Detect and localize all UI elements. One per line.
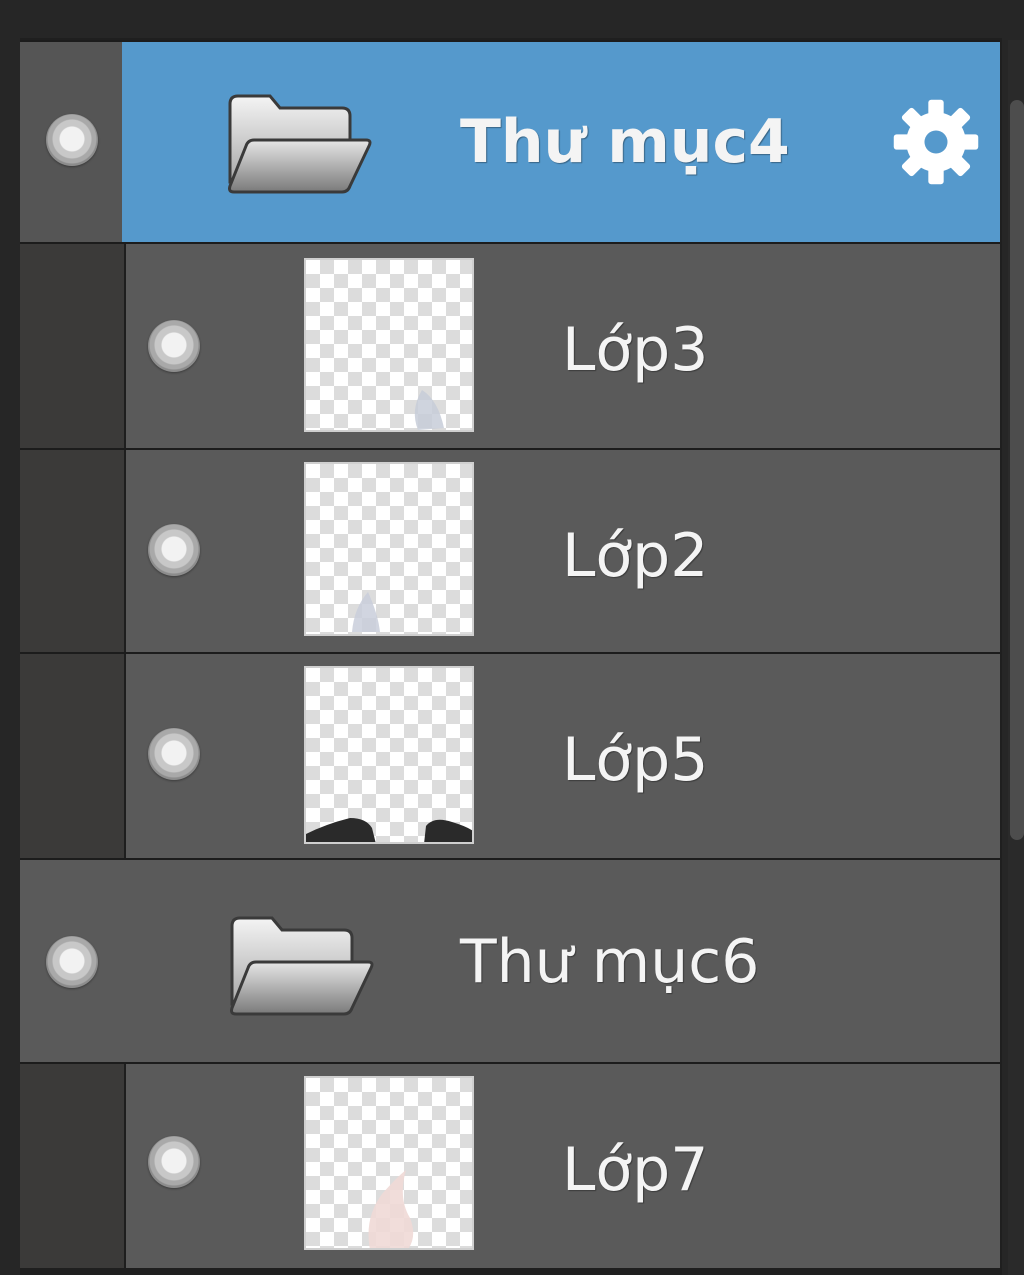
layer-thumbnail [304, 462, 474, 636]
gear-icon[interactable] [888, 94, 984, 190]
layer-thumbnail [304, 258, 474, 432]
visibility-toggle-icon[interactable] [148, 524, 200, 576]
vertical-scrollbar[interactable] [1008, 40, 1024, 1275]
layer-row[interactable]: Lớp2 [20, 448, 1000, 652]
visibility-toggle-icon[interactable] [148, 320, 200, 372]
layer-name: Lớp5 [562, 725, 709, 795]
group-indent [20, 1064, 126, 1268]
group-indent [20, 654, 126, 858]
folder-icon [230, 916, 374, 1016]
layer-folder-row[interactable]: Thư mục4 [20, 40, 1000, 242]
layer-name: Lớp2 [562, 521, 709, 591]
folder-name: Thư mục6 [460, 927, 760, 997]
layer-row[interactable]: Lớp3 [20, 242, 1000, 448]
visibility-toggle-icon[interactable] [148, 1136, 200, 1188]
group-indent [20, 450, 126, 652]
layer-name: Lớp3 [562, 315, 709, 385]
layers-panel: Thư mục4 Lớp3 Lớp2 Lớp5 Thư mục6 Lớp7 [20, 38, 1002, 1275]
layer-row[interactable]: Lớp5 [20, 652, 1000, 858]
scrollbar-thumb[interactable] [1010, 100, 1024, 840]
layer-thumbnail [304, 666, 474, 844]
folder-icon [228, 94, 372, 194]
layer-thumbnail [304, 1076, 474, 1250]
layer-name: Lớp7 [562, 1135, 709, 1205]
group-indent [20, 244, 126, 448]
visibility-toggle-icon[interactable] [148, 728, 200, 780]
folder-name: Thư mục4 [460, 107, 790, 177]
visibility-toggle-icon[interactable] [46, 936, 98, 988]
layer-folder-row[interactable]: Thư mục6 [20, 858, 1000, 1062]
layer-row[interactable]: Lớp7 [20, 1062, 1000, 1268]
visibility-toggle-icon[interactable] [46, 114, 98, 166]
